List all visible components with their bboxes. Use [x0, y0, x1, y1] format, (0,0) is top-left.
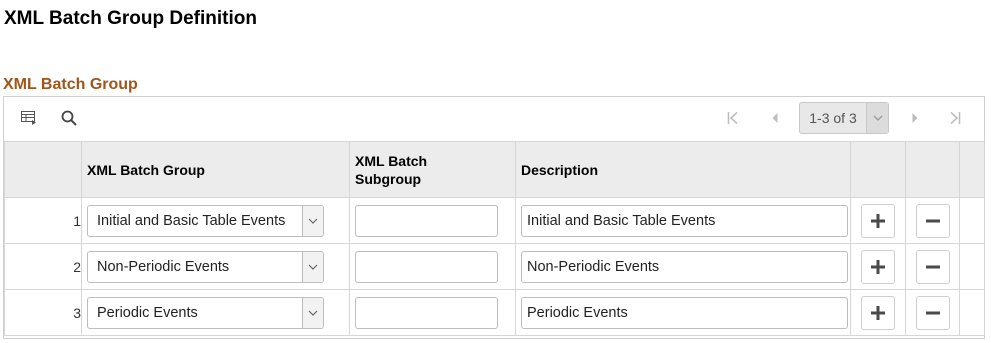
spacer-cell	[959, 197, 985, 244]
description-cell	[515, 197, 851, 244]
delete-row-button[interactable]	[916, 249, 950, 284]
header-delete	[905, 141, 960, 198]
batch-group-table: XML Batch Group XML Batch Subgroup Descr…	[4, 141, 985, 336]
grid-personalize-icon[interactable]	[20, 109, 38, 127]
xml-batch-group-select[interactable]: Non-Periodic Events	[87, 250, 324, 283]
add-cell	[850, 243, 906, 290]
header-spacer	[959, 141, 985, 198]
table-row: 3 Periodic Events	[4, 289, 985, 336]
xml-batch-subgroup-input[interactable]	[355, 296, 498, 329]
subgroup-cell	[349, 197, 516, 244]
last-page-icon[interactable]	[947, 109, 963, 127]
xml-batch-group-value: Periodic Events	[97, 304, 198, 321]
delete-row-button[interactable]	[916, 295, 950, 330]
subgroup-cell	[349, 243, 516, 290]
plus-icon	[871, 213, 885, 228]
row-number: 1	[4, 197, 82, 244]
chevron-down-icon[interactable]	[302, 205, 323, 236]
chevron-down-icon[interactable]	[302, 251, 323, 282]
plus-icon	[871, 305, 885, 320]
description-cell	[515, 289, 851, 336]
row-number: 2	[4, 243, 82, 290]
header-add	[850, 141, 906, 198]
group-cell: Initial and Basic Table Events	[81, 197, 350, 244]
header-xml-batch-subgroup: XML Batch Subgroup	[349, 141, 516, 198]
add-row-button[interactable]	[861, 249, 895, 284]
xml-batch-subgroup-input[interactable]	[355, 250, 498, 283]
plus-icon	[871, 259, 885, 274]
grid-toolbar: 1-3 of 3	[4, 97, 984, 141]
row-number: 3	[4, 289, 82, 336]
add-row-button[interactable]	[861, 295, 895, 330]
header-description: Description	[515, 141, 851, 198]
pager-range: 1-3 of 3	[809, 110, 857, 126]
description-input[interactable]	[521, 250, 848, 283]
table-header-row: XML Batch Group XML Batch Subgroup Descr…	[4, 141, 985, 198]
header-row-number	[4, 141, 82, 198]
chevron-down-icon[interactable]	[866, 103, 888, 133]
group-cell: Non-Periodic Events	[81, 243, 350, 290]
minus-icon	[926, 265, 940, 268]
minus-icon	[926, 219, 940, 222]
next-page-icon[interactable]	[907, 109, 923, 127]
search-icon[interactable]	[60, 109, 78, 127]
delete-cell	[905, 197, 960, 244]
table-row: 1 Initial and Basic Table Events	[4, 197, 985, 244]
description-input[interactable]	[521, 204, 848, 237]
page-title: XML Batch Group Definition	[4, 8, 257, 29]
group-cell: Periodic Events	[81, 289, 350, 336]
description-cell	[515, 243, 851, 290]
header-xml-batch-group: XML Batch Group	[81, 141, 350, 198]
subgroup-cell	[349, 289, 516, 336]
delete-cell	[905, 289, 960, 336]
minus-icon	[926, 311, 940, 314]
spacer-cell	[959, 289, 985, 336]
add-row-button[interactable]	[861, 203, 895, 238]
first-page-icon[interactable]	[725, 109, 741, 127]
xml-batch-group-value: Initial and Basic Table Events	[97, 212, 286, 229]
table-row: 2 Non-Periodic Events	[4, 243, 985, 290]
xml-batch-group-select[interactable]: Periodic Events	[87, 296, 324, 329]
previous-page-icon[interactable]	[767, 109, 783, 127]
xml-batch-group-select[interactable]: Initial and Basic Table Events	[87, 204, 324, 237]
delete-row-button[interactable]	[916, 203, 950, 238]
xml-batch-group-value: Non-Periodic Events	[97, 258, 230, 275]
xml-batch-subgroup-input[interactable]	[355, 204, 498, 237]
batch-group-grid: 1-3 of 3 XML Batch Group XML Batch Subgr…	[3, 96, 985, 339]
page-selector[interactable]: 1-3 of 3	[799, 102, 889, 134]
delete-cell	[905, 243, 960, 290]
add-cell	[850, 289, 906, 336]
chevron-down-icon[interactable]	[302, 297, 323, 328]
spacer-cell	[959, 243, 985, 290]
description-input[interactable]	[521, 296, 848, 329]
add-cell	[850, 197, 906, 244]
section-title: XML Batch Group	[3, 76, 138, 93]
